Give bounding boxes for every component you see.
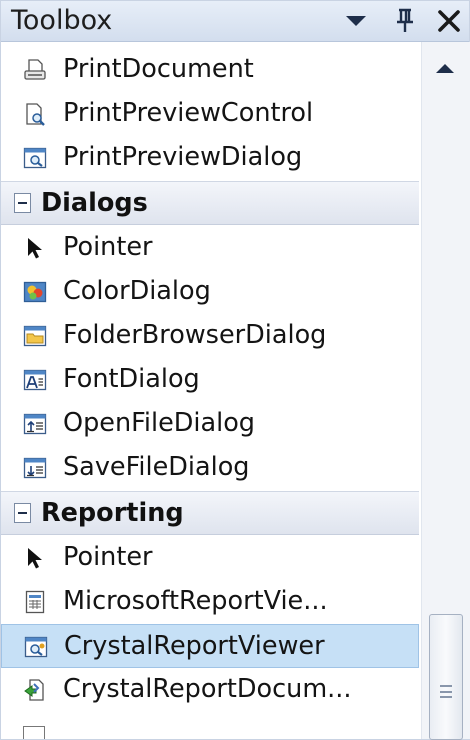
color-dialog-icon [23,280,47,304]
toolbox-title-bar: Toolbox [1,1,469,42]
toolbox-item-list: PrintDocument PrintPreviewControl PrintP… [1,42,421,739]
pointer-icon [23,546,47,570]
toolbox-item-label: PrintDocument [63,54,254,84]
toolbox-item-openfiledialog[interactable]: OpenFileDialog [1,402,419,446]
toolbox-item-crystalreportviewer[interactable]: CrystalReportViewer [1,624,419,668]
close-button[interactable] [431,3,467,39]
toolbox-window: Toolbox PrintDocument PrintPreviewContro… [0,0,470,740]
font-dialog-icon [23,368,47,392]
category-label: Dialogs [41,188,148,218]
folder-browser-dialog-icon [23,324,47,348]
toolbox-item-label: FontDialog [63,364,200,394]
print-document-icon [23,58,47,82]
toolbox-item-printpreviewdialog[interactable]: PrintPreviewDialog [1,136,419,180]
close-icon [438,10,460,32]
collapse-toggle-icon[interactable] [14,193,31,213]
toolbox-item-folderbrowserdialog[interactable]: FolderBrowserDialog [1,314,419,358]
crystal-report-viewer-icon [24,635,48,659]
toolbox-item-label: MicrosoftReportVie... [63,586,328,616]
toolbox-item-label: Pointer [63,542,153,572]
window-position-dropdown-button[interactable] [338,3,374,39]
toolbox-item-label: OpenFileDialog [63,408,255,438]
toolbox-item-pointer[interactable]: Pointer [1,536,419,580]
toolbox-item-savefiledialog[interactable]: SaveFileDialog [1,446,419,490]
auto-hide-pin-button[interactable] [387,3,423,39]
toolbox-item-crystalreportdocument[interactable]: CrystalReportDocum... [1,668,419,712]
chevron-down-icon [346,16,366,26]
pointer-icon [23,236,47,260]
save-file-dialog-icon [23,456,47,480]
toolbox-item-label: FolderBrowserDialog [63,320,327,350]
vertical-scrollbar[interactable] [421,42,470,740]
scroll-up-arrow-icon[interactable] [436,64,454,73]
scrollbar-grip-icon [440,685,452,698]
pin-icon [397,8,413,32]
crystal-report-document-icon [23,678,47,702]
microsoft-report-viewer-icon [23,590,47,614]
toolbox-item-fontdialog[interactable]: FontDialog [1,358,419,402]
category-label: Reporting [41,498,184,528]
toolbox-item-printdocument[interactable]: PrintDocument [1,48,419,92]
toolbox-item-label: PrintPreviewControl [63,98,314,128]
toolbox-item-microsoftreportviewer[interactable]: MicrosoftReportVie... [1,580,419,624]
toolbox-item-label: CrystalReportViewer [64,631,325,661]
toolbox-item-printpreviewcontrol[interactable]: PrintPreviewControl [1,92,419,136]
toolbox-item-label: CrystalReportDocum... [63,674,352,704]
category-header-dialogs[interactable]: Dialogs [1,181,419,225]
print-preview-dialog-icon [23,146,47,170]
toolbox-item-label: Pointer [63,232,153,262]
toolbox-item-label: PrintPreviewDialog [63,142,303,172]
print-preview-control-icon [23,102,47,126]
collapse-toggle-icon[interactable] [14,503,31,523]
toolbox-title: Toolbox [11,5,113,36]
open-file-dialog-icon [23,412,47,436]
partially-visible-item-icon [23,726,45,739]
toolbox-item-partial[interactable] [1,712,419,739]
category-header-reporting[interactable]: Reporting [1,491,419,535]
toolbox-item-colordialog[interactable]: ColorDialog [1,270,419,314]
toolbox-item-label: ColorDialog [63,276,211,306]
toolbox-item-pointer[interactable]: Pointer [1,226,419,270]
toolbox-item-label: SaveFileDialog [63,452,250,482]
scrollbar-thumb[interactable] [429,614,463,740]
